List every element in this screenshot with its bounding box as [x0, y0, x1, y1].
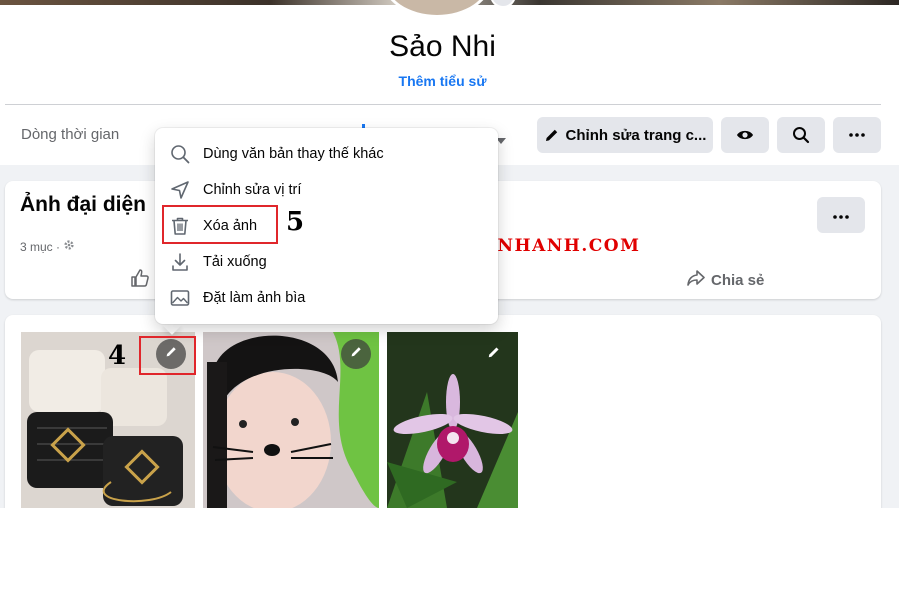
album-count: 3 mục ·: [20, 239, 61, 254]
profile-name: Sảo Nhi: [389, 30, 496, 63]
location-arrow-icon: [169, 179, 191, 201]
menu-item-edit-location[interactable]: Chỉnh sửa vị trí: [169, 176, 301, 204]
screenshot-canvas: Sảo Nhi Thêm tiểu sử Dòng thời gian Chỉn…: [0, 0, 899, 600]
view-as-button[interactable]: [721, 117, 769, 153]
step-number-5: 5: [286, 207, 305, 237]
edit-profile-label: Chỉnh sửa trang c...: [565, 126, 707, 144]
like-icon[interactable]: [130, 268, 150, 293]
edit-photo-pencil-button[interactable]: [341, 339, 371, 369]
album-title: Ảnh đại diện: [20, 193, 146, 216]
edit-profile-button[interactable]: Chỉnh sửa trang c...: [537, 117, 713, 153]
edit-photo-pencil-button[interactable]: [482, 342, 506, 366]
add-bio-link[interactable]: Thêm tiểu sử: [0, 73, 885, 89]
tab-timeline[interactable]: Dòng thời gian: [21, 126, 119, 143]
share-label: Chia sẻ: [711, 271, 765, 289]
album-meta: 3 mục ·: [20, 239, 75, 254]
menu-item-label: Dùng văn bản thay thế khác: [203, 146, 384, 162]
download-icon: [169, 251, 191, 273]
menu-item-set-cover[interactable]: Đặt làm ảnh bìa: [169, 284, 305, 312]
menu-item-alt-text[interactable]: Dùng văn bản thay thế khác: [169, 140, 384, 168]
search-icon: [792, 126, 810, 144]
search-icon: [169, 143, 191, 165]
more-options-button[interactable]: [833, 117, 881, 153]
avatar[interactable]: [382, 0, 492, 18]
share-button[interactable]: Chia sẻ: [687, 270, 764, 290]
avatar-camera-button[interactable]: [490, 0, 516, 8]
menu-item-label: Tải xuống: [203, 254, 267, 270]
step-number-4: 4: [108, 341, 127, 371]
more-icon: [849, 133, 865, 137]
image-icon: [169, 287, 191, 309]
menu-item-label: Đặt làm ảnh bìa: [203, 290, 306, 306]
facebook-profile-page: Sảo Nhi Thêm tiểu sử Dòng thời gian Chỉn…: [0, 0, 899, 508]
more-icon: [833, 206, 849, 224]
share-icon: [687, 270, 705, 290]
pencil-icon: [487, 345, 501, 364]
eye-icon: [736, 128, 754, 142]
highlight-box-pencil: [139, 336, 196, 375]
highlight-box-delete: [162, 205, 278, 244]
pencil-icon: [544, 127, 560, 143]
menu-item-label: Chỉnh sửa vị trí: [203, 182, 302, 198]
header-divider: [5, 104, 881, 105]
pencil-icon: [350, 345, 363, 363]
search-profile-button[interactable]: [777, 117, 825, 153]
settings-gear-icon[interactable]: [63, 239, 75, 254]
menu-item-download[interactable]: Tải xuống: [169, 248, 267, 276]
album-more-button[interactable]: [817, 197, 865, 233]
